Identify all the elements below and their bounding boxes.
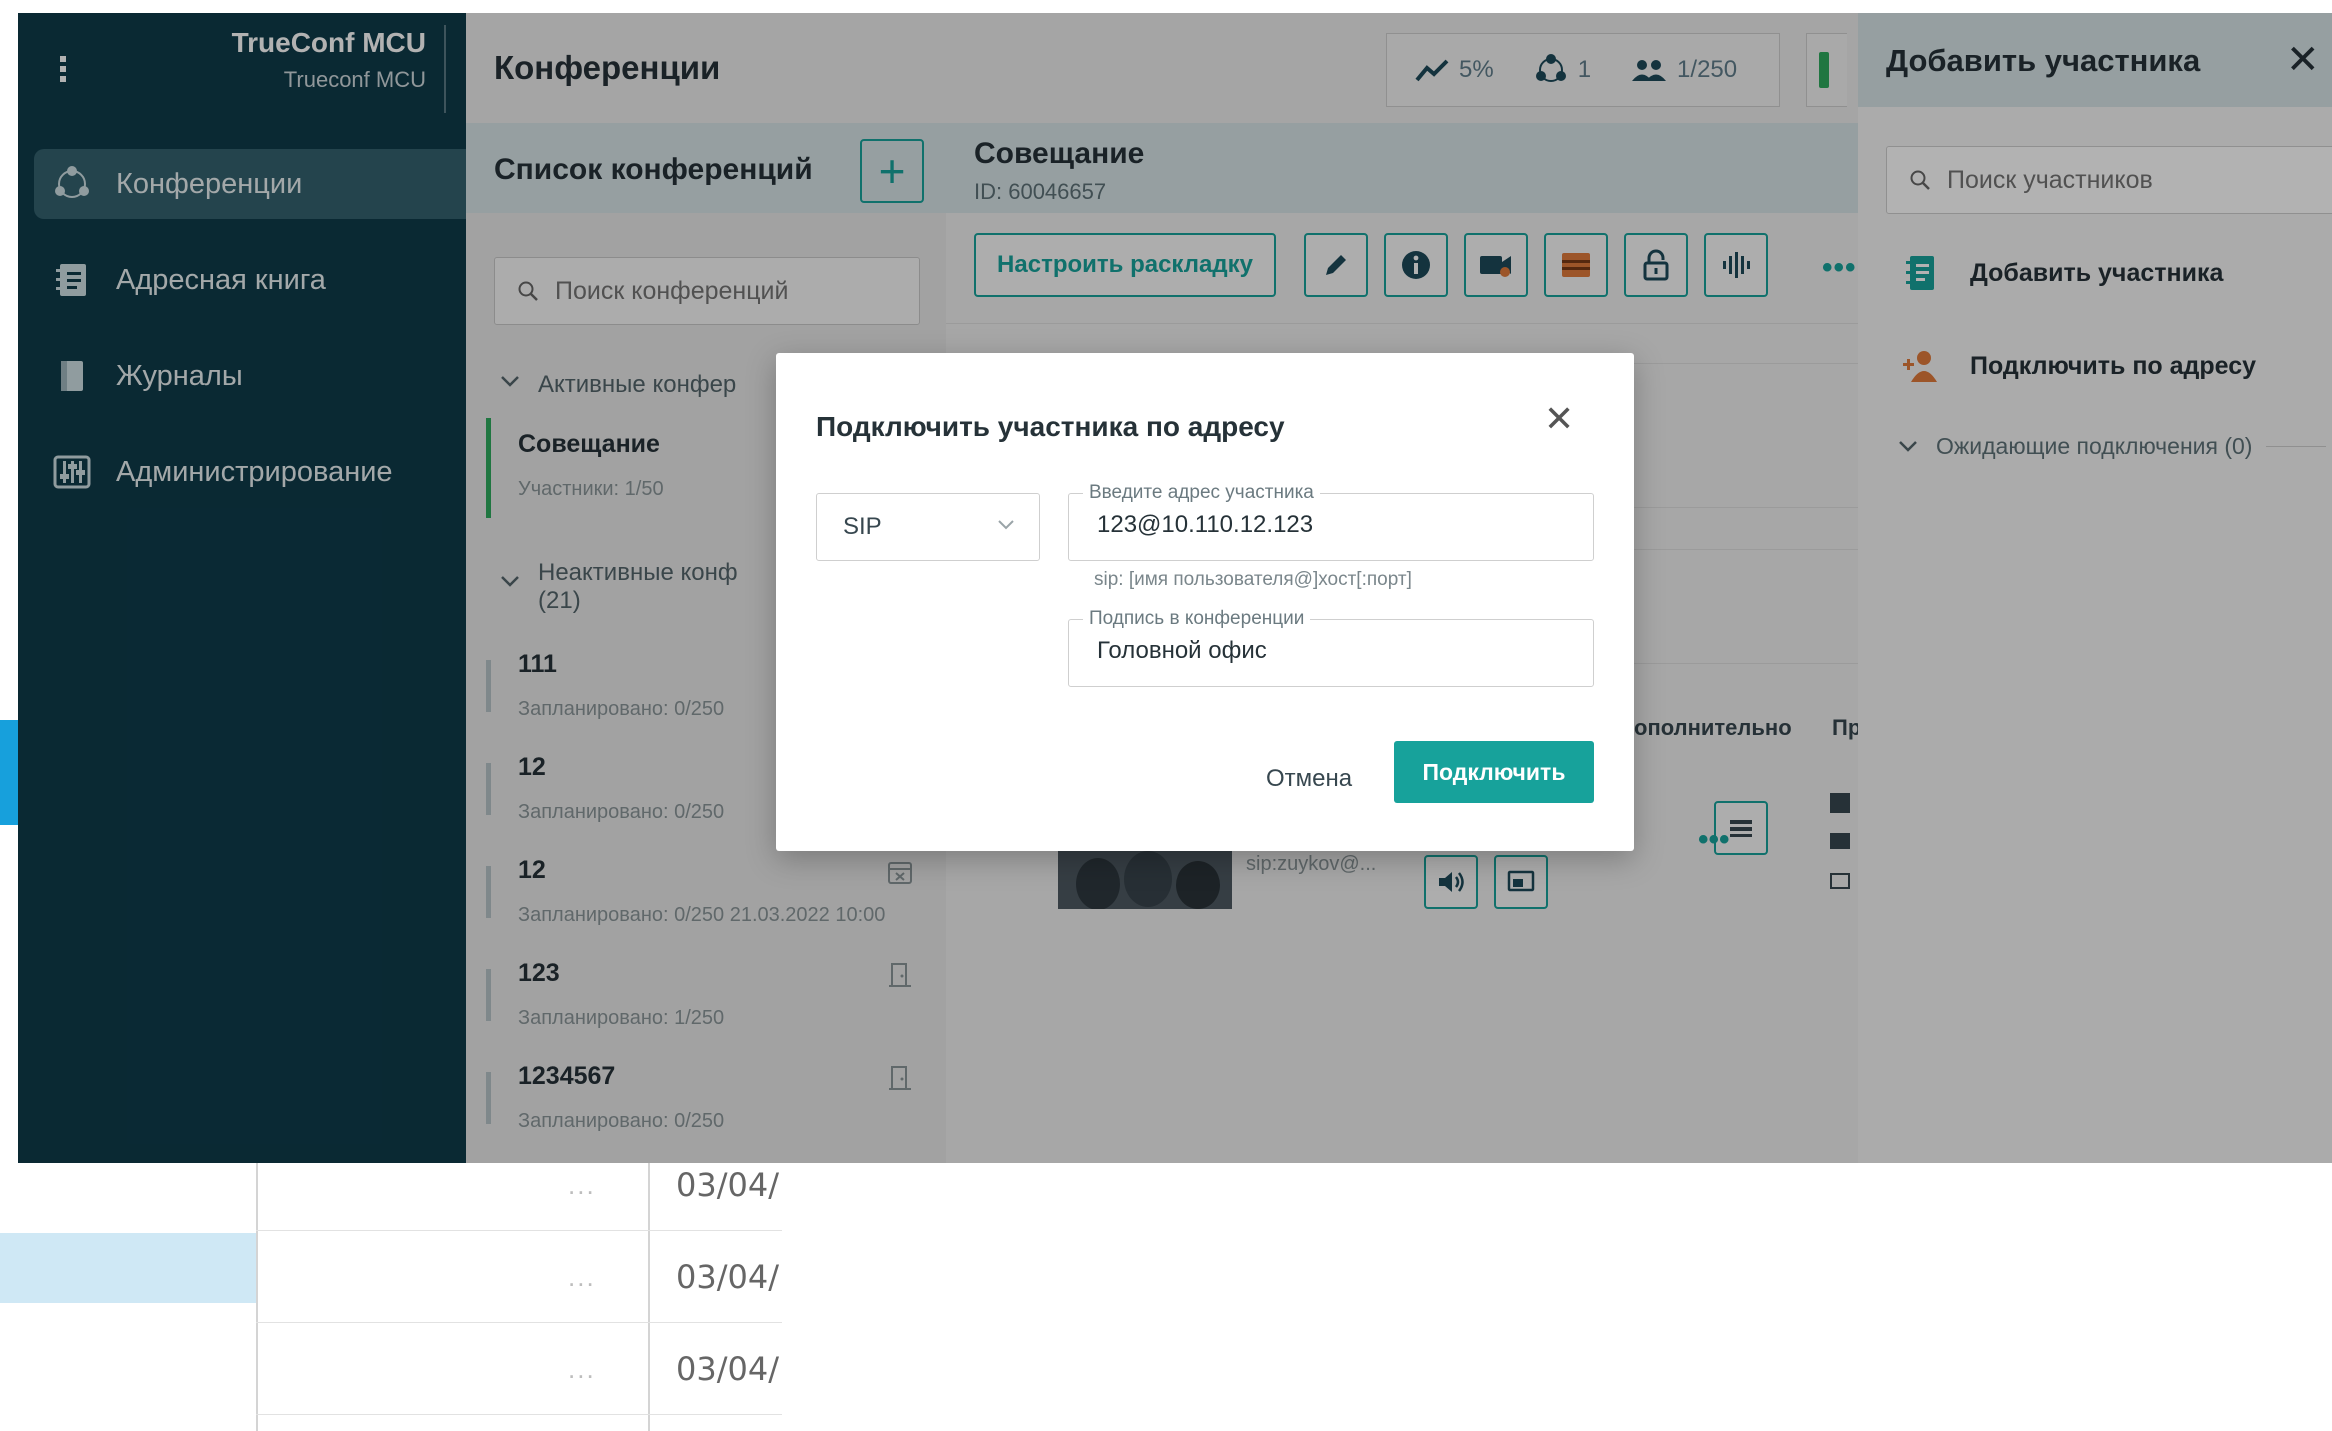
background-dots: ...: [568, 1354, 596, 1384]
background-date: 03/04/2: [676, 1166, 780, 1204]
background-divider: [648, 1160, 650, 1431]
background-date: 03/04/2: [676, 1350, 780, 1388]
connect-button[interactable]: Подключить: [1394, 741, 1594, 803]
dialog-title: Подключить участника по адресу: [816, 411, 1285, 442]
background-row-line: [256, 1414, 782, 1415]
background-accent: [0, 720, 18, 825]
cancel-button[interactable]: Отмена: [1266, 765, 1352, 793]
background-divider: [256, 1160, 258, 1431]
background-row-line: [256, 1230, 782, 1231]
protocol-select[interactable]: SIP: [816, 493, 1040, 561]
connect-by-address-dialog: Подключить участника по адресу ✕ SIP Вве…: [776, 353, 1634, 851]
caption-input[interactable]: [1095, 636, 1569, 666]
address-hint: sip: [имя пользователя@]хост[:порт]: [1094, 569, 1412, 590]
chevron-down-icon: [997, 518, 1015, 536]
address-field-label: Введите адрес участника: [1083, 482, 1320, 504]
protocol-value: SIP: [843, 513, 882, 540]
address-field[interactable]: Введите адрес участника: [1068, 482, 1594, 561]
caption-field-label: Подпись в конференции: [1083, 608, 1311, 630]
background-dots: ...: [568, 1170, 596, 1200]
app-window: TrueConf MCU Trueconf MCU Конференции Ад…: [18, 13, 2332, 1163]
background-row-line: [256, 1322, 782, 1323]
background-date: 03/04/2: [676, 1258, 780, 1296]
background-selected-row: [0, 1233, 256, 1303]
caption-field[interactable]: Подпись в конференции: [1068, 608, 1594, 687]
close-icon[interactable]: ✕: [1544, 401, 1574, 437]
background-dots: ...: [568, 1262, 596, 1292]
address-input[interactable]: [1095, 510, 1569, 540]
